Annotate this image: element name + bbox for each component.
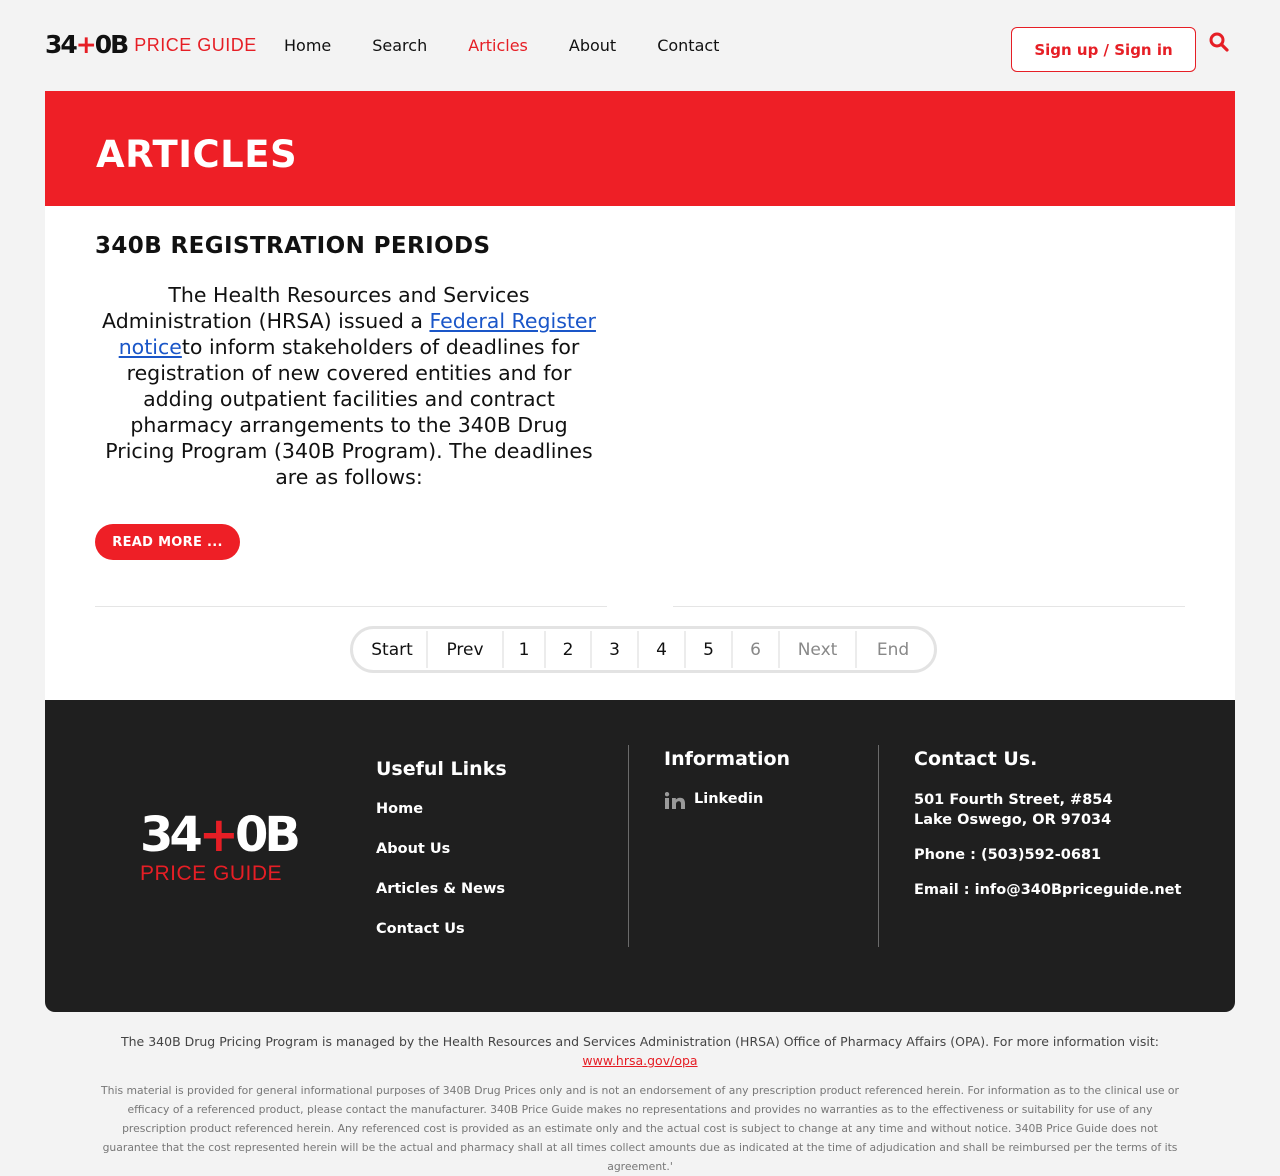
footer-logo-text: PRICE GUIDE: [140, 862, 283, 885]
page-next: Next: [780, 631, 857, 668]
page-start[interactable]: Start: [358, 631, 428, 668]
footer-separator-2: [878, 745, 879, 947]
article-excerpt: The Health Resources and Services Admini…: [95, 282, 603, 490]
contact-phone[interactable]: Phone : (503)592-0681: [914, 845, 1101, 865]
page-end: End: [876, 639, 910, 660]
page-6-current: 6: [733, 631, 780, 668]
program-note: The 340B Drug Pricing Program is managed…: [100, 1032, 1180, 1070]
site-footer: 34+0B PRICE GUIDE Useful Links Home Abou…: [45, 700, 1235, 1012]
information-title: Information: [664, 748, 791, 770]
contact-title: Contact Us.: [914, 748, 1038, 770]
page-1[interactable]: 1: [504, 631, 546, 668]
footer-link-home[interactable]: Home: [376, 801, 423, 817]
useful-links-title: Useful Links: [376, 758, 507, 780]
legal-disclaimer: This material is provided for general in…: [101, 1084, 1179, 1173]
address-line-2: Lake Oswego, OR 97034: [914, 812, 1112, 828]
program-note-text: The 340B Drug Pricing Program is managed…: [120, 1034, 1159, 1049]
site-header: 34+0B PRICE GUIDE Home Search Articles A…: [0, 0, 1280, 91]
footer-logo-mark: 34+0B: [140, 807, 301, 863]
footer-logo[interactable]: 34+0B PRICE GUIDE: [140, 807, 301, 886]
logo-mark: 34+0B: [45, 30, 129, 59]
nav-about[interactable]: About: [569, 36, 616, 55]
hrsa-opa-link[interactable]: www.hrsa.gov/opa: [582, 1053, 697, 1068]
linkedin-icon[interactable]: [665, 792, 685, 809]
logo-text: PRICE GUIDE: [134, 34, 257, 55]
linkedin-link[interactable]: Linkedin: [694, 791, 763, 807]
article-title[interactable]: 340B REGISTRATION PERIODS: [95, 233, 491, 259]
contact-email[interactable]: Email : info@340Bpriceguide.net: [914, 880, 1181, 900]
page-2[interactable]: 2: [546, 631, 592, 668]
divider-left: [95, 606, 607, 607]
footer-separator-1: [628, 745, 629, 947]
nav-contact[interactable]: Contact: [657, 36, 719, 55]
page-prev[interactable]: Prev: [428, 631, 504, 668]
search-icon[interactable]: [1209, 32, 1229, 52]
page-title: ARTICLES: [96, 133, 298, 176]
signin-button[interactable]: Sign up / Sign in: [1011, 27, 1196, 72]
main-nav: Home Search Articles About Contact: [284, 36, 760, 55]
address-line-1: 501 Fourth Street, #854: [914, 792, 1113, 808]
site-logo[interactable]: 34+0B PRICE GUIDE: [45, 31, 257, 59]
page-3[interactable]: 3: [592, 631, 639, 668]
pagination: Start Prev 1 2 3 4 5 6 Next End: [350, 626, 937, 673]
divider-right: [673, 606, 1185, 607]
articles-list: 340B REGISTRATION PERIODS The Health Res…: [45, 206, 1235, 700]
page-4[interactable]: 4: [639, 631, 686, 668]
page-hero: ARTICLES: [45, 91, 1235, 206]
footer-link-articles[interactable]: Articles & News: [376, 881, 505, 897]
read-more-button[interactable]: READ MORE ...: [95, 524, 240, 560]
footer-link-contact[interactable]: Contact Us: [376, 921, 465, 937]
footer-link-about[interactable]: About Us: [376, 841, 450, 857]
nav-articles[interactable]: Articles: [468, 36, 528, 55]
page-5[interactable]: 5: [686, 631, 733, 668]
nav-search[interactable]: Search: [372, 36, 427, 55]
nav-home[interactable]: Home: [284, 36, 331, 55]
